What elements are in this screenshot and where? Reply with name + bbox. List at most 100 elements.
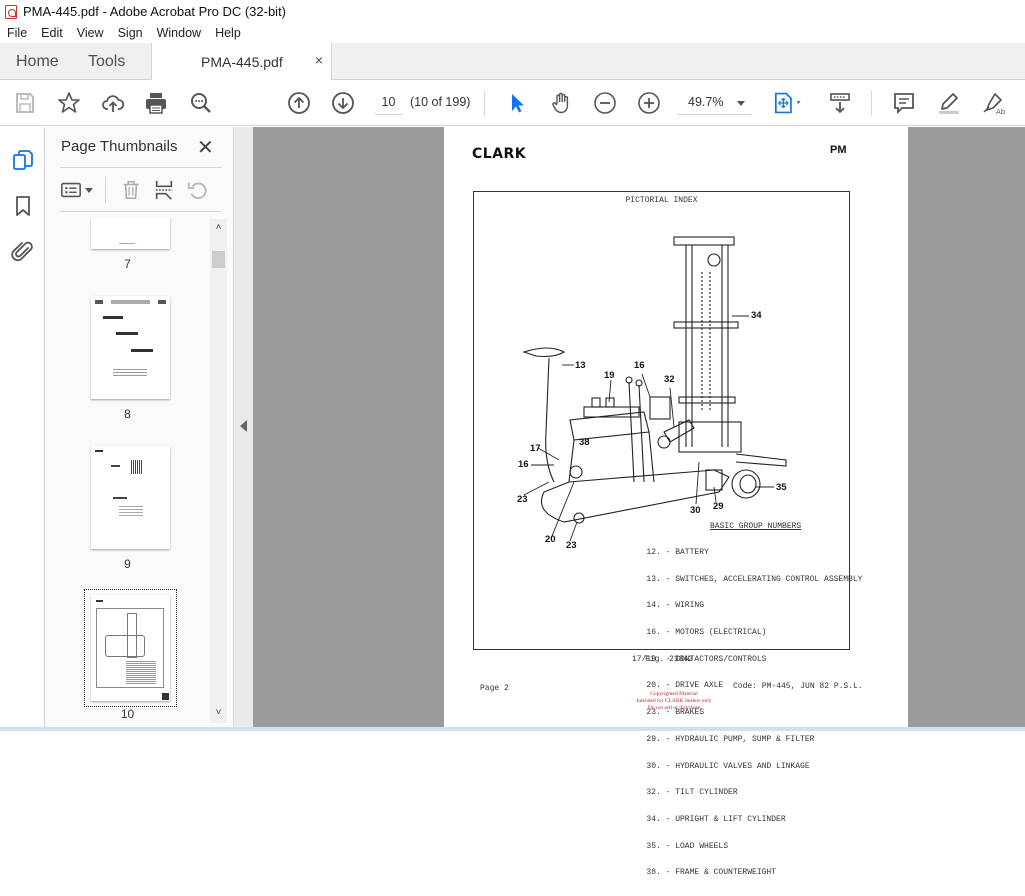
legend-item: 14. - WIRING — [632, 601, 705, 611]
legend-item: 16. - MOTORS (ELECTRICAL) — [632, 627, 767, 637]
panel-divider — [60, 211, 222, 212]
thumbnail-page-8[interactable] — [91, 296, 170, 399]
zoom-level-select[interactable]: 49.7% — [678, 91, 751, 115]
page-number-input[interactable]: 10 — [375, 91, 402, 115]
delete-page-button[interactable] — [120, 177, 142, 203]
panel-title: Page Thumbnails — [61, 138, 178, 155]
panel-tool-divider — [105, 177, 106, 203]
delete-page-icon — [123, 180, 139, 200]
sign-pen-icon: Ab — [983, 93, 1005, 115]
main-toolbar: 10 (10 of 199) 49.7% Ab — [0, 80, 1025, 126]
menu-edit[interactable]: Edit — [41, 26, 63, 40]
tab-tools[interactable]: Tools — [88, 43, 125, 80]
taskbar-edge — [0, 727, 1025, 731]
zoom-out-button[interactable] — [592, 90, 618, 116]
callout-label: 29 — [713, 501, 724, 512]
insert-page-button[interactable] — [153, 177, 175, 203]
minus-circle-icon — [594, 92, 616, 114]
pdf-page: CLARK PM PICTORIAL INDEX 34 13 19 16 32 … — [444, 127, 908, 877]
hand-icon — [552, 92, 569, 114]
scroll-up-icon[interactable]: ˄ — [210, 222, 227, 236]
thumbnail-options-button[interactable] — [60, 177, 93, 203]
callout-label: 34 — [751, 310, 762, 321]
code-footer: Code: PM-445, JUN 82 P.S.L. — [733, 682, 863, 691]
scroll-down-icon[interactable]: ˅ — [210, 707, 227, 721]
callout-label: 16 — [634, 360, 645, 371]
menu-bar: File Edit View Sign Window Help — [0, 23, 1025, 43]
toolbar-divider — [871, 90, 872, 116]
menu-window[interactable]: Window — [157, 26, 201, 40]
bookmarks-icon[interactable] — [10, 193, 36, 219]
title-bar: PMA-445.pdf - Adobe Acrobat Pro DC (32-b… — [0, 0, 1025, 23]
next-page-button[interactable] — [330, 90, 356, 116]
hand-tool-button[interactable] — [548, 90, 574, 116]
highlight-button[interactable] — [936, 90, 962, 116]
tab-home[interactable]: Home — [16, 43, 59, 80]
acrobat-icon — [5, 4, 17, 19]
zoom-in-button[interactable] — [636, 90, 662, 116]
callout-label: 20 — [545, 534, 556, 545]
thumbnail-options-icon — [61, 182, 81, 198]
thumbnail-page-7[interactable] — [91, 219, 170, 249]
page-footer: Page 2 — [480, 684, 509, 693]
callout-label: 32 — [664, 374, 675, 385]
panel-divider — [60, 167, 222, 168]
close-tab-icon[interactable]: × — [315, 52, 323, 68]
search-zoom-icon[interactable] — [188, 90, 214, 116]
menu-help[interactable]: Help — [215, 26, 241, 40]
copyright-line: Copyrighted Material — [650, 691, 698, 697]
bookmark-star-icon[interactable] — [56, 90, 82, 116]
callout-label: 19 — [604, 370, 615, 381]
legend-item: 13. - SWITCHES, ACCELERATING CONTROL ASS… — [632, 574, 863, 584]
highlighter-icon — [939, 93, 959, 114]
comment-button[interactable] — [891, 90, 917, 116]
document-viewer[interactable]: CLARK PM PICTORIAL INDEX 34 13 19 16 32 … — [253, 127, 1025, 877]
brand-logo: CLARK — [472, 146, 527, 162]
previous-page-button[interactable] — [286, 90, 312, 116]
menu-file[interactable]: File — [7, 26, 27, 40]
close-panel-icon[interactable]: ✕ — [197, 135, 214, 160]
select-tool-button[interactable] — [504, 90, 530, 116]
arrow-up-circle-icon — [288, 92, 310, 114]
scroll-mode-button[interactable] — [827, 90, 853, 116]
attachments-icon[interactable] — [10, 239, 36, 265]
insert-page-icon — [155, 180, 173, 200]
legend-item: 35. - LOAD WHEELS — [632, 841, 729, 851]
panel-collapse-strip[interactable] — [233, 127, 253, 731]
print-icon[interactable] — [143, 90, 169, 116]
legend-item: 32. - TILT CYLINDER — [632, 788, 738, 798]
chevron-down-icon — [85, 187, 93, 193]
upload-cloud-icon[interactable] — [100, 90, 126, 116]
fit-page-button[interactable] — [772, 90, 808, 116]
fit-page-icon — [774, 92, 801, 114]
plus-circle-icon — [638, 92, 660, 114]
callout-label: 30 — [690, 505, 701, 516]
menu-view[interactable]: View — [77, 26, 104, 40]
page-thumbnails-panel: Page Thumbnails ✕ 7 8 9 10 ˄ ˅ — [45, 127, 233, 731]
callout-label: 38 — [579, 437, 590, 448]
rotate-page-button[interactable] — [187, 177, 209, 203]
thumbnail-scrollbar[interactable]: ˄ ˅ — [210, 219, 227, 723]
legend-item: 29. - HYDRAULIC PUMP, SUMP & FILTER — [632, 734, 815, 744]
tab-document[interactable]: PMA-445.pdf × — [151, 43, 332, 81]
chevron-down-icon — [737, 101, 745, 106]
menu-sign[interactable]: Sign — [118, 26, 143, 40]
page-thumbnails-icon[interactable] — [10, 147, 36, 173]
sign-button[interactable]: Ab — [980, 90, 1006, 116]
collapse-arrow-icon[interactable] — [240, 420, 247, 432]
rotate-icon — [187, 182, 207, 200]
save-icon[interactable] — [12, 90, 38, 116]
thumbnail-label: 10 — [120, 707, 135, 721]
comment-icon — [894, 93, 914, 115]
figure-number: Fig. 23842 — [645, 655, 694, 664]
left-navigation-rail — [0, 127, 45, 731]
legend-item: 38. - FRAME & COUNTERWEIGHT — [632, 868, 777, 878]
legend-item: 34. - UPRIGHT & LIFT CYLINDER — [632, 815, 786, 824]
tab-bar: Home Tools PMA-445.pdf × — [0, 43, 1025, 81]
scrollbar-thumb[interactable] — [212, 251, 225, 268]
thumbnail-page-10[interactable] — [91, 595, 170, 701]
copyright-line: Do not sell or distribute — [647, 705, 701, 711]
callout-label: 23 — [566, 540, 577, 551]
legend-list: 12. - BATTERY 13. - SWITCHES, ACCELERATI… — [632, 531, 862, 896]
thumbnail-page-9[interactable] — [91, 446, 170, 549]
